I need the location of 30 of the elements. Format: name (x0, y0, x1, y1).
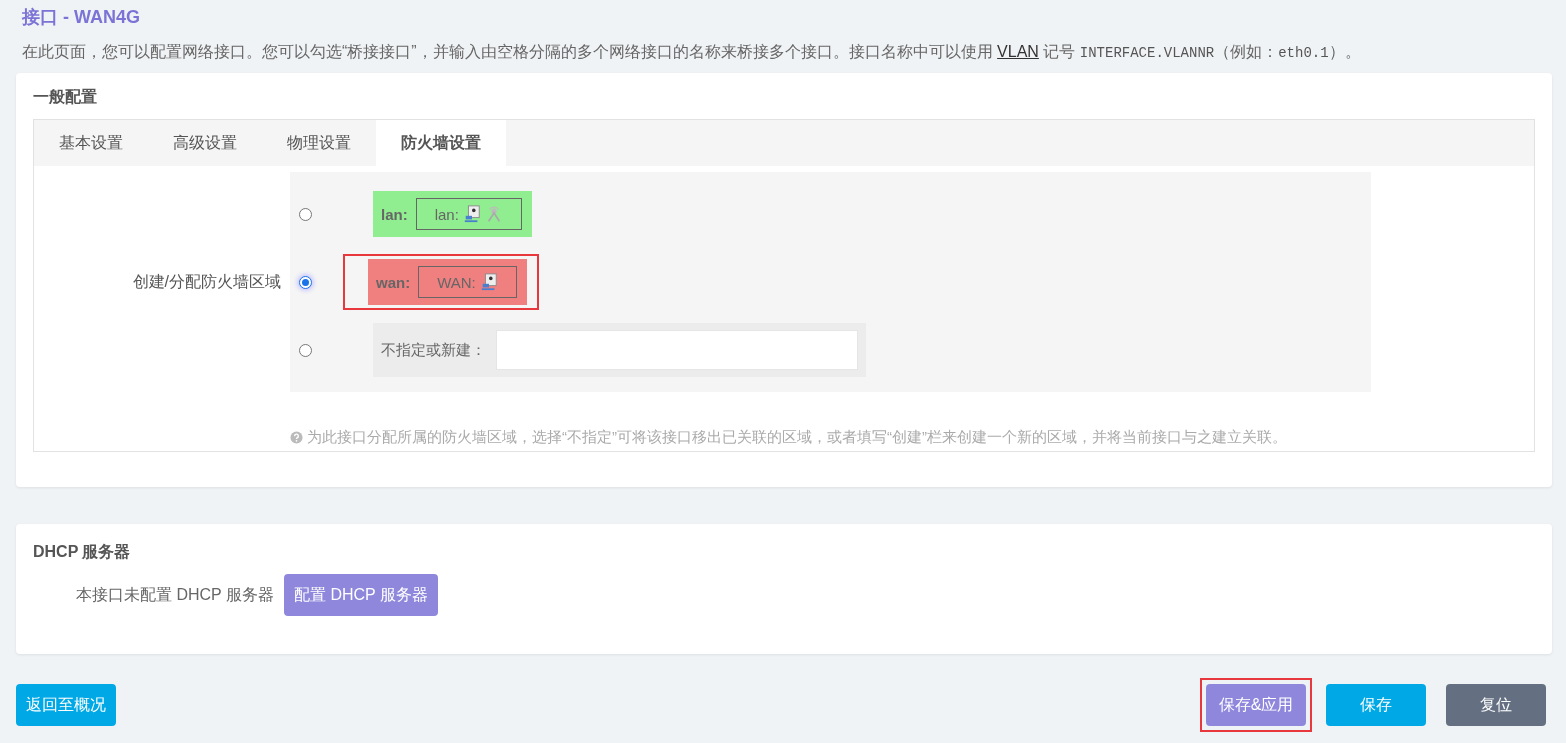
zone-badge[interactable]: lan: lan: (373, 191, 532, 237)
network-port-icon (479, 273, 498, 291)
zone-name: lan: (381, 205, 408, 223)
tab[interactable]: 基本设置 (34, 120, 148, 166)
vlan-link[interactable]: VLAN (997, 43, 1039, 60)
tab[interactable]: 高级设置 (148, 120, 262, 166)
new-zone-label: 不指定或新建： (381, 340, 487, 360)
help-text: 为此接口分配所属的防火墙区域，选择“不指定”可将该接口移出已关联的区域，或者填写“创建”栏来创建一个新的区域，并将当前接口与之建立关联。 (307, 428, 1287, 447)
back-button[interactable]: 返回至概况 (16, 684, 116, 726)
page-description: 在此页面，您可以配置网络接口。您可以勾选“桥接接口”，并输入由空格分隔的多个网络接口的名称来桥接多个接口。接口名称中可以使用 VLAN 记号 INTERFACE.VLANNR（例如：eth0.1）。 (22, 42, 1362, 63)
radio-button[interactable] (299, 207, 312, 221)
network-port-icon (462, 205, 481, 223)
tab[interactable]: 物理设置 (262, 120, 376, 166)
tab[interactable]: 防火墙设置 (376, 120, 506, 166)
help-icon (290, 431, 303, 444)
network-label: lan: (434, 205, 459, 223)
new-zone-input[interactable] (496, 330, 858, 370)
page-title: 接口 - WAN4G (22, 6, 141, 29)
action-button[interactable]: 保存&应用 (1206, 684, 1306, 726)
radio-button[interactable] (299, 343, 312, 357)
configure-dhcp-button[interactable]: 配置 DHCP 服务器 (283, 574, 438, 616)
zone-name: wan: (376, 273, 411, 291)
field-label: 创建/分配防火墙区域 (131, 271, 282, 292)
section-title: DHCP 服务器 (33, 542, 132, 562)
section-title: 一般配置 (33, 87, 98, 107)
dhcp-status-label: 本接口未配置 DHCP 服务器 (76, 584, 274, 605)
action-button[interactable]: 保存 (1326, 684, 1426, 726)
radio-button[interactable] (299, 275, 312, 289)
action-button[interactable]: 复位 (1446, 684, 1546, 726)
network-label: WAN: (437, 273, 476, 291)
